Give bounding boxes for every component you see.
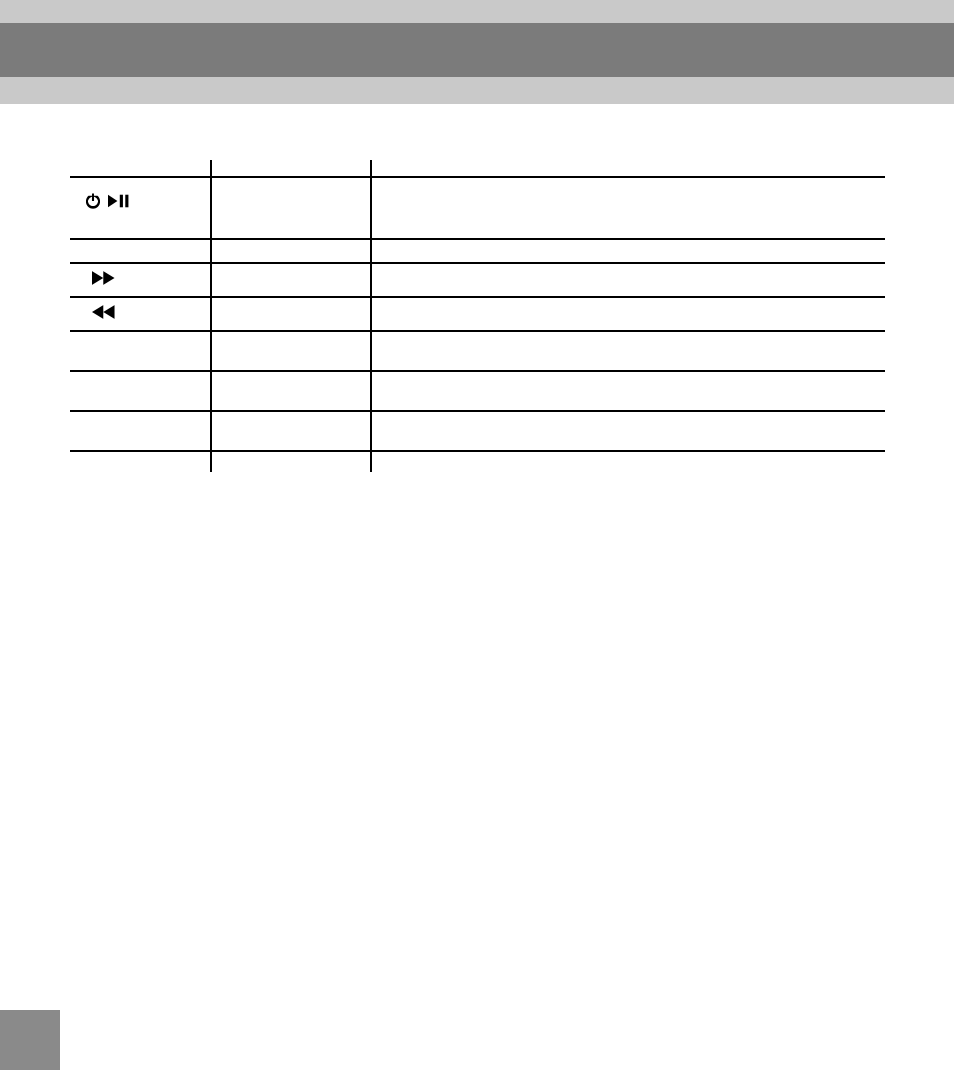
power-icon [84, 192, 102, 210]
rewind-icon [92, 304, 118, 320]
table-vertical-divider-1 [210, 160, 212, 472]
table-rule [70, 450, 885, 452]
table-rule [70, 330, 885, 332]
table-rule [70, 238, 885, 240]
header-dark-band [0, 23, 954, 77]
page-number-tab [0, 1010, 60, 1070]
play-pause-icon [108, 193, 130, 209]
table-rule [70, 296, 885, 298]
table-rule [70, 262, 885, 264]
table-rule [70, 176, 885, 178]
fast-forward-icon [92, 270, 118, 286]
table-rule [70, 370, 885, 372]
table-vertical-divider-2 [370, 160, 372, 472]
table-rule [70, 410, 885, 412]
row-icon-power-play-pause [84, 192, 130, 210]
